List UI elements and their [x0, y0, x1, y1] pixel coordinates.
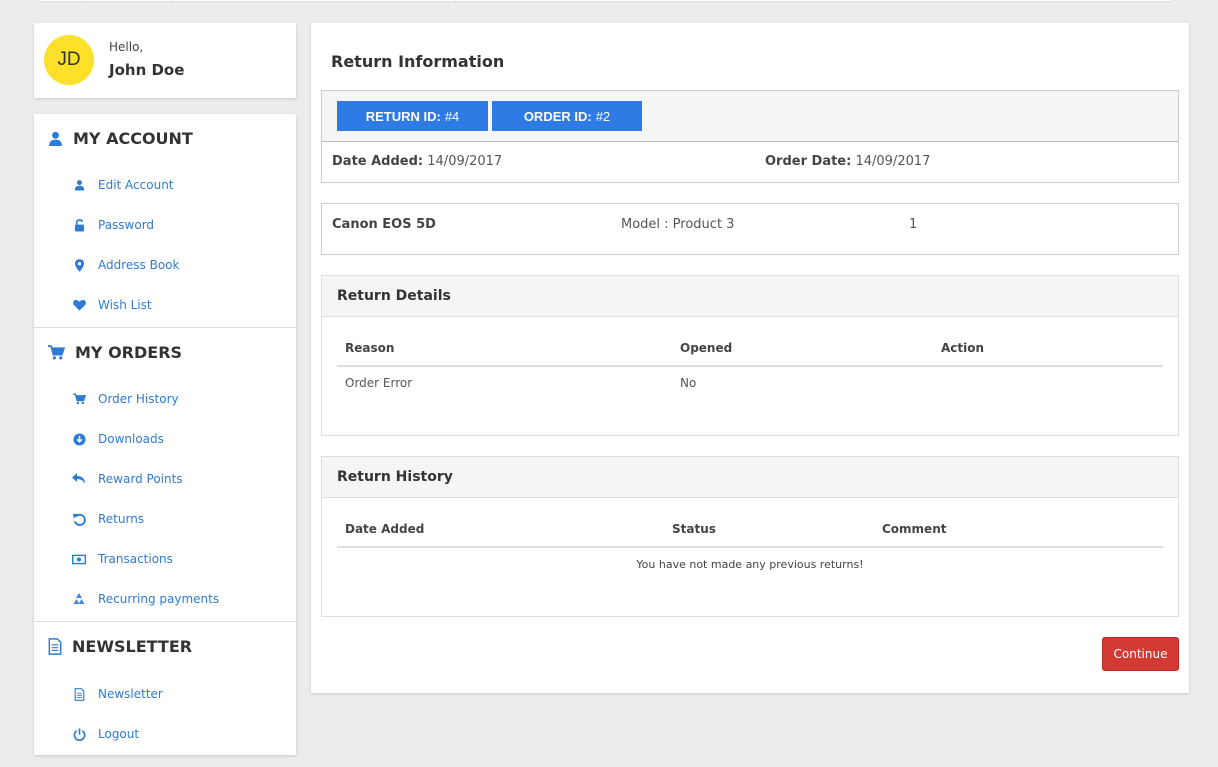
section-newsletter: NEWSLETTER Newsletter Logout — [34, 621, 296, 755]
sidebar-item-edit-account[interactable]: Edit Account — [72, 178, 174, 192]
sidebar-item-address-book[interactable]: Address Book — [72, 258, 179, 272]
document-icon — [72, 687, 86, 701]
avatar: JD — [44, 35, 94, 85]
empty-history-message: You have not made any previous returns! — [636, 558, 864, 571]
product-model: Model : Product 3 — [621, 217, 735, 232]
cell-opened: No — [680, 376, 697, 390]
top-nav-strip — [34, 0, 1176, 3]
user-card: JD Hello, John Doe — [34, 23, 296, 98]
return-details-title: Return Details — [322, 276, 1178, 317]
sidebar-item-newsletter[interactable]: Newsletter — [72, 687, 163, 701]
sidebar-item-transactions[interactable]: Transactions — [72, 552, 173, 566]
column-header-reason: Reason — [345, 341, 395, 355]
section-title-newsletter: NEWSLETTER — [48, 637, 192, 656]
heart-icon — [72, 298, 86, 312]
document-icon — [48, 638, 62, 655]
product-name: Canon EOS 5D — [332, 217, 436, 232]
sidebar-item-order-history[interactable]: Order History — [72, 392, 179, 406]
user-icon — [72, 178, 86, 192]
sidebar-item-downloads[interactable]: Downloads — [72, 432, 164, 446]
column-header-comment: Comment — [882, 522, 947, 536]
return-id-badge: RETURN ID: #4 — [337, 101, 488, 131]
product-quantity: 1 — [909, 217, 918, 232]
money-icon — [72, 552, 86, 566]
sidebar-item-reward-points[interactable]: Reward Points — [72, 472, 183, 486]
order-date: Order Date: 14/09/2017 — [765, 154, 931, 169]
section-my-account: MY ACCOUNT Edit Account Password Address… — [34, 114, 296, 327]
user-icon — [49, 131, 62, 146]
power-icon — [72, 727, 86, 741]
section-my-orders: MY ORDERS Order History Downloads Reward… — [34, 327, 296, 621]
order-id-badge: ORDER ID: #2 — [492, 101, 642, 131]
date-added: Date Added: 14/09/2017 — [332, 154, 503, 169]
download-circle-icon — [72, 432, 86, 446]
column-header-action: Action — [941, 341, 985, 355]
sidebar: MY ACCOUNT Edit Account Password Address… — [34, 114, 296, 755]
column-header-date-added: Date Added — [345, 522, 425, 536]
reply-icon — [72, 472, 86, 486]
sidebar-item-logout[interactable]: Logout — [72, 727, 139, 741]
main-panel: Return Information RETURN ID: #4 ORDER ID… — [311, 23, 1189, 693]
return-history-title: Return History — [322, 457, 1178, 498]
product-row: Canon EOS 5D Model : Product 3 1 — [321, 203, 1179, 255]
continue-button[interactable]: Continue — [1102, 637, 1179, 671]
recycle-icon — [72, 592, 86, 606]
return-info-header: RETURN ID: #4 ORDER ID: #2 — [322, 91, 1178, 142]
return-info-box: RETURN ID: #4 ORDER ID: #2 Date Added: 14/… — [321, 90, 1179, 183]
column-header-status: Status — [672, 522, 716, 536]
section-title-my-account: MY ACCOUNT — [48, 129, 193, 148]
sidebar-item-recurring-payments[interactable]: Recurring payments — [72, 592, 219, 606]
section-title-my-orders: MY ORDERS — [48, 343, 182, 362]
sidebar-item-password[interactable]: Password — [72, 218, 154, 232]
page-title: Return Information — [331, 52, 505, 71]
map-marker-icon — [72, 258, 86, 272]
return-history-panel: Return History Date Added Status Comment… — [321, 456, 1179, 617]
cart-icon — [72, 392, 86, 406]
sidebar-item-returns[interactable]: Returns — [72, 512, 144, 526]
divider — [337, 546, 1163, 548]
column-header-opened: Opened — [680, 341, 733, 355]
return-details-panel: Return Details Reason Opened Action Orde… — [321, 275, 1179, 436]
divider — [337, 365, 1163, 367]
user-name: John Doe — [109, 61, 185, 79]
greeting: Hello, — [109, 40, 144, 54]
undo-icon — [72, 512, 86, 526]
cell-reason: Order Error — [345, 376, 413, 390]
sidebar-item-wish-list[interactable]: Wish List — [72, 298, 152, 312]
unlock-icon — [72, 218, 86, 232]
cart-icon — [48, 345, 65, 360]
